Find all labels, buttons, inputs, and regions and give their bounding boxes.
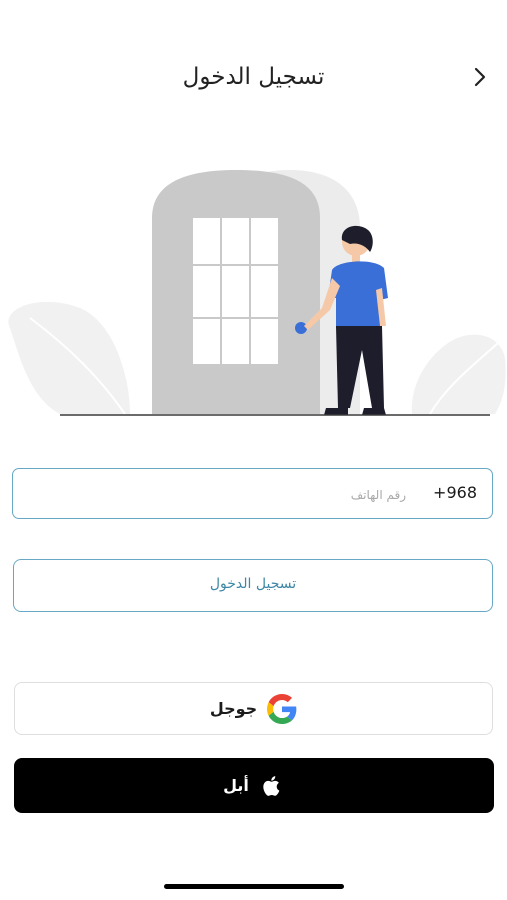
phone-field[interactable]: +968: [12, 468, 493, 519]
google-signin-button[interactable]: جوجل: [14, 682, 493, 735]
login-illustration: [0, 158, 507, 422]
door-window: [193, 218, 278, 364]
left-leaf-decoration: [8, 301, 131, 415]
chevron-right-icon: [474, 67, 486, 87]
phone-input[interactable]: [104, 479, 408, 511]
home-indicator[interactable]: [164, 884, 344, 889]
door-knob: [295, 322, 307, 334]
google-button-label: جوجل: [209, 699, 258, 718]
apple-icon: [263, 775, 280, 796]
apple-button-label: أبل: [223, 776, 249, 795]
app-header: تسجيل الدخول: [0, 50, 507, 106]
apple-signin-button[interactable]: أبل: [14, 758, 494, 813]
login-button[interactable]: تسجيل الدخول: [13, 559, 493, 612]
google-icon: [267, 693, 297, 724]
page-title: تسجيل الدخول: [182, 64, 325, 90]
back-button[interactable]: [466, 62, 496, 92]
right-leaf-decoration: [411, 334, 506, 415]
door-person-illustration: [8, 170, 506, 416]
login-button-label: تسجيل الدخول: [209, 576, 297, 592]
country-code[interactable]: +968: [433, 483, 477, 502]
